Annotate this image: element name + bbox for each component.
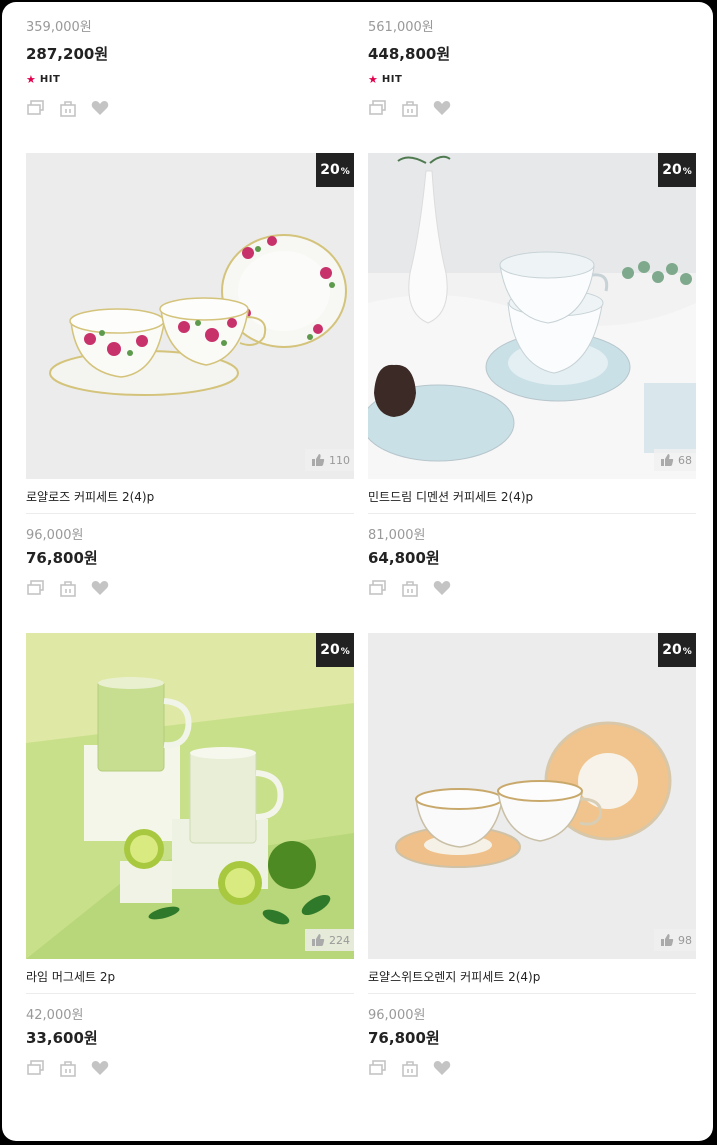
- like-count[interactable]: 224: [305, 929, 354, 951]
- product-image[interactable]: 20% 68: [368, 153, 696, 479]
- compare-icon[interactable]: [26, 578, 46, 598]
- sale-price: 76,800원: [26, 549, 98, 567]
- product-list-page: 359,000원 287,200원 ★ HIT 561,000원 448,800…: [2, 2, 713, 1141]
- thumbs-up-icon: [661, 934, 674, 946]
- star-icon: ★: [368, 72, 378, 86]
- sale-price: 448,800원: [368, 45, 451, 63]
- product-actions: [26, 98, 356, 118]
- like-count[interactable]: 110: [305, 449, 354, 471]
- sale-price: 64,800원: [368, 549, 440, 567]
- sale-price: 33,600원: [26, 1029, 98, 1047]
- cart-icon[interactable]: [400, 1058, 420, 1078]
- heart-icon[interactable]: [432, 98, 452, 118]
- product-name[interactable]: 라임 머그세트 2p: [26, 959, 354, 994]
- product-actions: [26, 1058, 354, 1078]
- original-price: 359,000원: [26, 20, 92, 35]
- heart-icon[interactable]: [90, 578, 110, 598]
- product-card[interactable]: 20% 110 로얄로즈 커피세트 2(4)p 96,000원 76,800원: [26, 153, 354, 598]
- product-name[interactable]: 민트드림 디멘션 커피세트 2(4)p: [368, 479, 696, 514]
- product-name[interactable]: 로얄스위트오렌지 커피세트 2(4)p: [368, 959, 696, 994]
- product-card-partial[interactable]: 359,000원 287,200원 ★ HIT: [26, 20, 356, 118]
- compare-icon[interactable]: [368, 578, 388, 598]
- hit-badge: ★ HIT: [368, 72, 698, 86]
- product-card-partial[interactable]: 561,000원 448,800원 ★ HIT: [368, 20, 698, 118]
- hit-label: HIT: [39, 73, 61, 85]
- like-count[interactable]: 98: [654, 929, 696, 951]
- original-price: 96,000원: [26, 528, 84, 543]
- heart-icon[interactable]: [90, 98, 110, 118]
- cart-icon[interactable]: [400, 578, 420, 598]
- compare-icon[interactable]: [368, 1058, 388, 1078]
- compare-icon[interactable]: [368, 98, 388, 118]
- heart-icon[interactable]: [432, 578, 452, 598]
- sale-price: 287,200원: [26, 45, 109, 63]
- heart-icon[interactable]: [90, 1058, 110, 1078]
- hit-badge: ★ HIT: [26, 72, 356, 86]
- discount-badge: 20%: [316, 153, 354, 187]
- product-actions: [368, 98, 698, 118]
- discount-badge: 20%: [658, 153, 696, 187]
- discount-badge: 20%: [316, 633, 354, 667]
- product-card[interactable]: 20% 68 민트드림 디멘션 커피세트 2(4)p 81,000원 64,80…: [368, 153, 696, 598]
- cart-icon[interactable]: [58, 1058, 78, 1078]
- product-actions: [368, 578, 696, 598]
- product-actions: [26, 578, 354, 598]
- product-card[interactable]: 20% 224 라임 머그세트 2p 42,000원 33,600원: [26, 633, 354, 1078]
- cart-icon[interactable]: [400, 98, 420, 118]
- original-price: 81,000원: [368, 528, 426, 543]
- discount-badge: 20%: [658, 633, 696, 667]
- device-frame: 359,000원 287,200원 ★ HIT 561,000원 448,800…: [0, 0, 717, 1145]
- cart-icon[interactable]: [58, 98, 78, 118]
- product-image[interactable]: 20% 110: [26, 153, 354, 479]
- product-card[interactable]: 20% 98 로얄스위트오렌지 커피세트 2(4)p 96,000원 76,80…: [368, 633, 696, 1078]
- star-icon: ★: [26, 72, 36, 86]
- like-count[interactable]: 68: [654, 449, 696, 471]
- original-price: 96,000원: [368, 1008, 426, 1023]
- product-name[interactable]: 로얄로즈 커피세트 2(4)p: [26, 479, 354, 514]
- compare-icon[interactable]: [26, 1058, 46, 1078]
- compare-icon[interactable]: [26, 98, 46, 118]
- sale-price: 76,800원: [368, 1029, 440, 1047]
- original-price: 561,000원: [368, 20, 434, 35]
- thumbs-up-icon: [312, 934, 325, 946]
- heart-icon[interactable]: [432, 1058, 452, 1078]
- hit-label: HIT: [381, 73, 403, 85]
- product-actions: [368, 1058, 696, 1078]
- cart-icon[interactable]: [58, 578, 78, 598]
- thumbs-up-icon: [661, 454, 674, 466]
- product-image[interactable]: 20% 224: [26, 633, 354, 959]
- original-price: 42,000원: [26, 1008, 84, 1023]
- thumbs-up-icon: [312, 454, 325, 466]
- product-image[interactable]: 20% 98: [368, 633, 696, 959]
